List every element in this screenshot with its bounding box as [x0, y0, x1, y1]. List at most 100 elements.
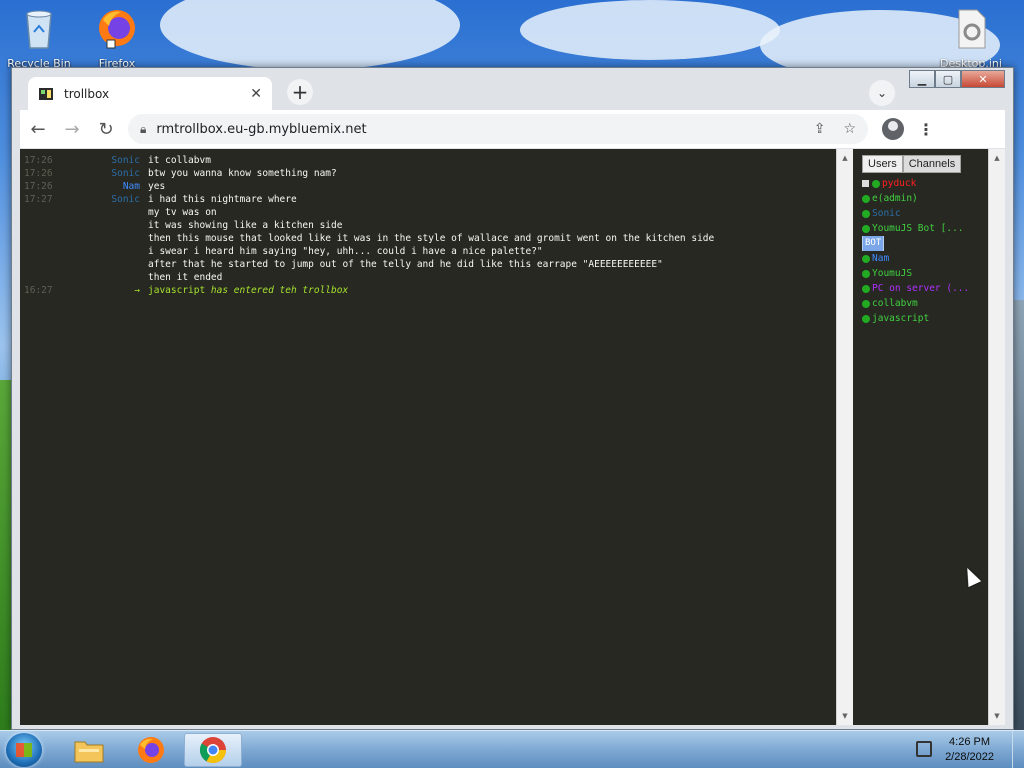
taskbar-firefox-button[interactable]	[122, 733, 180, 767]
url-text[interactable]: rmtrollbox.eu-gb.mybluemix.net	[156, 122, 795, 137]
online-status-icon	[862, 284, 870, 293]
clock-date: 2/28/2022	[945, 751, 994, 763]
message-text: yes	[148, 181, 166, 192]
message-text: i had this nightmare where	[148, 194, 297, 205]
message-text: then this mouse that looked like it was …	[148, 233, 715, 244]
online-status-icon	[862, 269, 870, 278]
tab-trollbox[interactable]: trollbox ✕	[28, 77, 272, 110]
message-nick[interactable]: Nam	[60, 180, 148, 193]
chat-message: then this mouse that looked like it was …	[20, 232, 836, 245]
message-time: 16:27	[24, 285, 53, 296]
scroll-down-arrow-icon[interactable]: ▼	[837, 709, 853, 723]
clock-time: 4:26 PM	[949, 736, 991, 748]
user-name: PC on server (...	[872, 283, 970, 294]
trollbox-favicon-icon	[39, 87, 53, 100]
user-list-item[interactable]: Sonic	[862, 206, 986, 221]
message-nick[interactable]	[60, 219, 148, 232]
message-nick[interactable]	[60, 245, 148, 258]
user-list-item[interactable]: collabvm	[862, 296, 986, 311]
tab-close-icon[interactable]: ✕	[250, 86, 262, 102]
taskbar-clock[interactable]: 4:26 PM 2/28/2022	[945, 735, 994, 765]
chrome-icon	[199, 737, 227, 764]
message-nick[interactable]: Sonic	[60, 167, 148, 180]
tab-channels[interactable]: Channels	[902, 155, 962, 173]
user-list-item[interactable]: e(admin)	[862, 191, 986, 206]
user-name: javascript	[872, 313, 930, 324]
online-status-icon	[862, 224, 870, 233]
online-status-icon	[862, 254, 870, 263]
message-text: after that he started to jump out of the…	[148, 259, 663, 270]
folder-icon	[74, 741, 104, 763]
forward-button[interactable]: →	[56, 113, 88, 145]
bot-badge: BOT	[862, 236, 885, 251]
message-nick[interactable]	[60, 206, 148, 219]
user-name: YoumuJS	[872, 268, 913, 279]
address-bar[interactable]: 🔒︎ rmtrollbox.eu-gb.mybluemix.net ⇪ ☆	[128, 114, 868, 144]
user-name: YoumuJS Bot [...	[872, 223, 964, 234]
message-text: it was showing like a kitchen side	[148, 220, 343, 231]
user-list: pyduck e(admin) Sonic YoumuJS Bot [... BOT Na…	[862, 176, 986, 326]
user-name: Sonic	[872, 208, 901, 219]
bookmark-star-icon[interactable]: ☆	[843, 121, 856, 137]
desktop-icon-firefox[interactable]: Firefox	[82, 6, 152, 70]
desktop-icon-desktop-ini[interactable]: Desktop.ini	[936, 6, 1006, 70]
message-nick[interactable]: Sonic	[60, 154, 148, 167]
taskbar-chrome-button[interactable]	[184, 733, 242, 767]
online-status-icon	[862, 194, 870, 203]
users-scrollbar[interactable]: ▲ ▼	[988, 149, 1005, 725]
message-text: i swear i heard him saying "hey, uhh... …	[148, 246, 543, 257]
message-time: 17:26	[24, 168, 53, 179]
user-list-item[interactable]: Nam	[862, 251, 986, 266]
start-button[interactable]	[6, 733, 42, 767]
back-button[interactable]: ←	[22, 113, 54, 145]
chat-message: it was showing like a kitchen side	[20, 219, 836, 232]
chat-message: i swear i heard him saying "hey, uhh... …	[20, 245, 836, 258]
join-text: has entered teh trollbox	[205, 285, 349, 296]
message-time	[20, 206, 60, 219]
network-tray-icon[interactable]	[916, 741, 932, 757]
message-nick[interactable]	[60, 232, 148, 245]
chat-scrollbar[interactable]: ▲ ▼	[836, 149, 853, 725]
message-time	[20, 219, 60, 232]
share-icon[interactable]: ⇪	[814, 121, 826, 137]
taskbar-explorer-button[interactable]	[60, 733, 118, 767]
reload-button[interactable]: ↻	[90, 113, 122, 145]
settings-file-icon	[958, 9, 986, 49]
taskbar: 4:26 PM 2/28/2022	[0, 730, 1024, 768]
desktop-icon-recycle-bin[interactable]: Recycle Bin	[4, 6, 74, 70]
message-nick[interactable]: Sonic	[60, 193, 148, 206]
firefox-icon	[99, 10, 135, 49]
profile-avatar-icon[interactable]	[882, 118, 904, 140]
join-message: javascript has entered teh trollbox	[148, 284, 348, 297]
message-nick[interactable]	[60, 271, 148, 284]
user-list-item[interactable]: PC on server (...	[862, 281, 986, 296]
browser-window: ▁ ▢ ✕ trollbox ✕ + ⌄ ← → ↻ 🔒︎ rmtrollbox…	[11, 67, 1014, 730]
user-list-item[interactable]: javascript	[862, 311, 986, 326]
user-list-item[interactable]: YoumuJS Bot [...	[862, 221, 986, 236]
recycle-bin-icon	[26, 10, 52, 49]
online-status-icon	[862, 299, 870, 308]
scroll-up-arrow-icon[interactable]: ▲	[837, 151, 853, 165]
user-list-item[interactable]: YoumuJS	[862, 266, 986, 281]
message-nick[interactable]	[60, 258, 148, 271]
show-desktop-button[interactable]	[1012, 731, 1024, 768]
new-tab-button[interactable]: +	[287, 79, 313, 105]
users-panel: Users Channels pyduck e(admin) Sonic YoumuJ…	[858, 149, 986, 725]
scroll-down-arrow-icon[interactable]: ▼	[989, 709, 1005, 723]
tab-search-button[interactable]: ⌄	[869, 80, 895, 106]
chat-log: 17:26 Sonic it collabvm 17:26 Sonic btw you w…	[20, 149, 836, 725]
message-time: 17:27	[24, 194, 53, 205]
chat-message: then it ended	[20, 271, 836, 284]
user-list-item[interactable]: pyduck	[862, 176, 986, 191]
message-time: 17:26	[24, 181, 53, 192]
chat-message: 17:26 Sonic it collabvm	[20, 154, 836, 167]
scroll-up-arrow-icon[interactable]: ▲	[989, 151, 1005, 165]
lock-icon[interactable]: 🔒︎	[140, 122, 146, 137]
trollbox-page: 17:26 Sonic it collabvm 17:26 Sonic btw you w…	[20, 149, 1005, 725]
tab-strip: trollbox ✕ + ⌄	[20, 76, 1005, 110]
join-arrow-icon: →	[134, 285, 140, 296]
join-nick[interactable]: javascript	[148, 285, 205, 296]
online-status-icon	[872, 179, 880, 188]
tab-users[interactable]: Users	[862, 155, 903, 173]
browser-menu-icon[interactable]: ⋮	[918, 120, 934, 139]
